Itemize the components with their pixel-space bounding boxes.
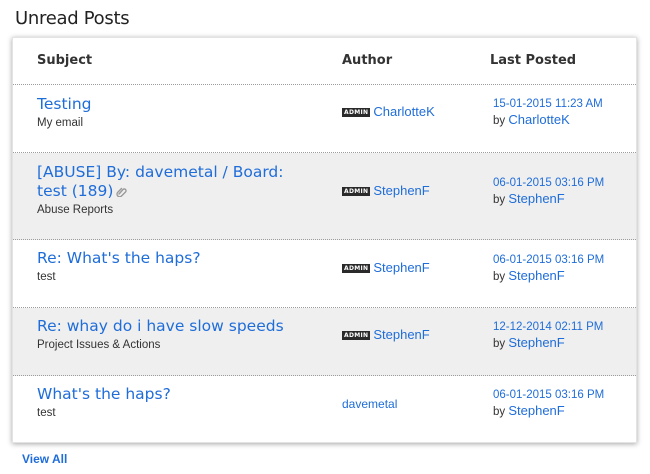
by-label: by (493, 271, 506, 283)
by-label: by (493, 338, 506, 350)
by-label: by (493, 406, 506, 418)
author-link[interactable]: StephenF (373, 183, 429, 198)
table-row: Testing My email ADMIN CharlotteK 15-01-2… (13, 85, 636, 153)
admin-badge: ADMIN (342, 187, 371, 196)
posted-date[interactable]: 06-01-2015 03:16 PM (493, 389, 604, 401)
table-row: Re: What's the haps? test ADMIN StephenF … (13, 240, 636, 308)
posted-by-link[interactable]: StephenF (508, 268, 564, 283)
author-cell: ADMIN StephenF (342, 327, 430, 342)
last-posted-cell: 12-12-2014 02:11 PM by StephenF (493, 320, 603, 352)
posted-by-link[interactable]: StephenF (508, 335, 564, 350)
table-row: What's the haps? test davemetal 06-01-20… (13, 376, 636, 442)
board-name: Project Issues & Actions (37, 339, 161, 351)
author-cell: davemetal (342, 397, 397, 411)
column-header-last-posted: Last Posted (490, 53, 577, 68)
post-subject-link[interactable]: [ABUSE] By: davemetal / Board: test (189… (37, 163, 302, 202)
post-subject-link[interactable]: Re: whay do i have slow speeds (37, 317, 302, 336)
author-link[interactable]: StephenF (373, 260, 429, 275)
posted-by-link[interactable]: StephenF (508, 403, 564, 418)
post-subject-text[interactable]: [ABUSE] By: davemetal / Board: test (189… (37, 163, 283, 200)
admin-badge: ADMIN (342, 108, 371, 117)
table-row: [ABUSE] By: davemetal / Board: test (189… (13, 153, 636, 240)
table-row: Re: whay do i have slow speeds Project I… (13, 308, 636, 376)
column-header-subject: Subject (37, 53, 93, 68)
admin-badge: ADMIN (342, 264, 371, 273)
attachment-icon (116, 183, 128, 202)
posted-by-link[interactable]: CharlotteK (508, 112, 569, 127)
last-posted-cell: 06-01-2015 03:16 PM by StephenF (493, 253, 604, 285)
last-posted-cell: 06-01-2015 03:16 PM by StephenF (493, 388, 604, 420)
board-name: Abuse Reports (37, 204, 114, 216)
by-label: by (493, 115, 506, 127)
column-header-author: Author (342, 53, 393, 68)
last-posted-cell: 06-01-2015 03:16 PM by StephenF (493, 176, 604, 208)
author-link[interactable]: CharlotteK (373, 104, 434, 119)
posted-date[interactable]: 06-01-2015 03:16 PM (493, 254, 604, 266)
author-cell: ADMIN CharlotteK (342, 104, 435, 119)
post-subject-link[interactable]: Testing (37, 95, 302, 114)
by-label: by (493, 194, 506, 206)
board-name: test (37, 407, 56, 419)
admin-badge: ADMIN (342, 331, 371, 340)
board-name: test (37, 271, 56, 283)
author-link[interactable]: davemetal (342, 397, 397, 411)
author-cell: ADMIN StephenF (342, 260, 430, 275)
board-name: My email (37, 117, 84, 129)
author-link[interactable]: StephenF (373, 327, 429, 342)
posted-by-link[interactable]: StephenF (508, 191, 564, 206)
posted-date[interactable]: 15-01-2015 11:23 AM (493, 98, 603, 110)
table-header: Subject Author Last Posted (13, 38, 636, 85)
post-subject-link[interactable]: What's the haps? (37, 385, 302, 404)
posted-date[interactable]: 06-01-2015 03:16 PM (493, 177, 604, 189)
last-posted-cell: 15-01-2015 11:23 AM by CharlotteK (493, 97, 603, 129)
unread-posts-panel: Subject Author Last Posted Testing My em… (12, 37, 637, 443)
page-title: Unread Posts (15, 8, 130, 29)
posted-date[interactable]: 12-12-2014 02:11 PM (493, 321, 603, 333)
post-subject-link[interactable]: Re: What's the haps? (37, 249, 302, 268)
view-all-link[interactable]: View All (22, 452, 67, 466)
author-cell: ADMIN StephenF (342, 183, 430, 198)
